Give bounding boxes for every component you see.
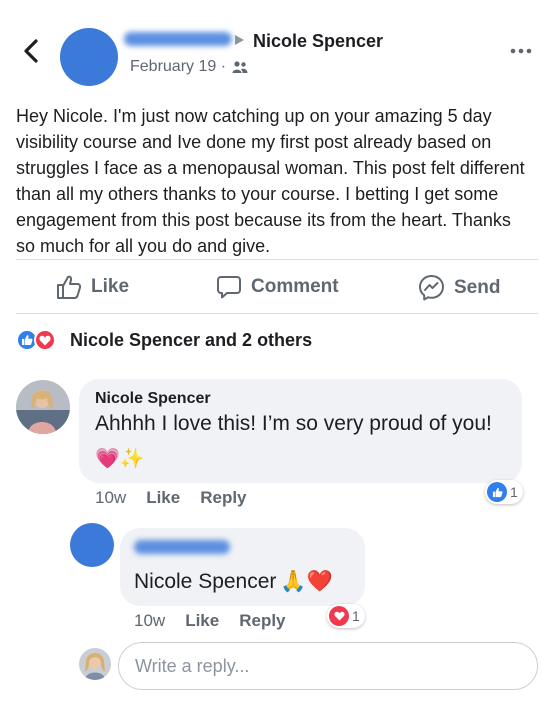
reply-text: Nicole Spencer 🙏❤️ [134, 570, 333, 594]
comment-button[interactable]: Comment [216, 274, 339, 300]
comment-icon [217, 276, 241, 299]
post-body: Hey Nicole. I'm just now catching up on … [16, 106, 525, 256]
reply-author-avatar[interactable] [70, 523, 114, 567]
commenter-avatar[interactable] [16, 380, 70, 434]
reactions-summary[interactable]: Nicole Spencer and 2 others [16, 329, 312, 351]
post-author-avatar[interactable] [60, 28, 118, 86]
post-timestamp[interactable]: February 19 · [130, 58, 248, 76]
send-button[interactable]: Send [418, 274, 500, 301]
divider [16, 259, 538, 260]
post-date: February 19 · [130, 58, 227, 75]
thumbs-up-icon [57, 275, 82, 299]
comment-reaction-count[interactable]: 1 [485, 480, 523, 504]
comment-emoji: 💗✨ [95, 448, 145, 470]
back-arrow-icon[interactable] [20, 36, 44, 66]
comment-text: Ahhhh I love this! I’m so very proud of … [95, 412, 492, 435]
current-user-avatar [79, 648, 111, 680]
reply-emoji: 🙏❤️ [280, 570, 333, 593]
reply-input[interactable] [118, 642, 538, 690]
comment-author[interactable]: Nicole Spencer [95, 390, 211, 408]
comment-reply-button[interactable]: Reply [200, 488, 246, 508]
messenger-icon [419, 275, 444, 301]
love-icon [34, 329, 56, 351]
reply-reaction-count[interactable]: 1 [327, 604, 365, 628]
like-button[interactable]: Like [56, 274, 129, 300]
reactions-text: Nicole Spencer and 2 others [70, 329, 313, 350]
like-icon [487, 482, 507, 502]
comment-meta: 10w Like Reply [95, 488, 247, 508]
love-icon [329, 606, 349, 626]
reply-like-button[interactable]: Like [185, 611, 219, 631]
post-header: Nicole Spencer February 19 · [0, 0, 542, 90]
profile-photo [79, 648, 111, 680]
comment-like-button[interactable]: Like [146, 488, 180, 508]
like-label: Like [91, 276, 130, 297]
friends-icon [232, 61, 248, 73]
shared-to-arrow-icon [235, 35, 244, 45]
post-actions-bar: Like Comment Send [0, 266, 542, 310]
send-label: Send [454, 276, 501, 298]
redacted-name [134, 540, 230, 554]
reply-mention[interactable]: Nicole Spencer [134, 570, 276, 594]
post-recipient-name[interactable]: Nicole Spencer [253, 31, 383, 52]
reply-reply-button[interactable]: Reply [239, 611, 285, 631]
more-options-icon[interactable] [510, 47, 532, 55]
redacted-name [124, 32, 232, 46]
profile-photo [16, 380, 70, 434]
reaction-count: 1 [510, 484, 518, 500]
reply-time: 10w [134, 611, 166, 630]
comment-label: Comment [251, 276, 339, 297]
reaction-icons [16, 329, 62, 351]
comment-time: 10w [95, 488, 127, 507]
reply-meta: 10w Like Reply [134, 611, 286, 631]
divider [16, 313, 538, 314]
reaction-count: 1 [352, 608, 360, 624]
